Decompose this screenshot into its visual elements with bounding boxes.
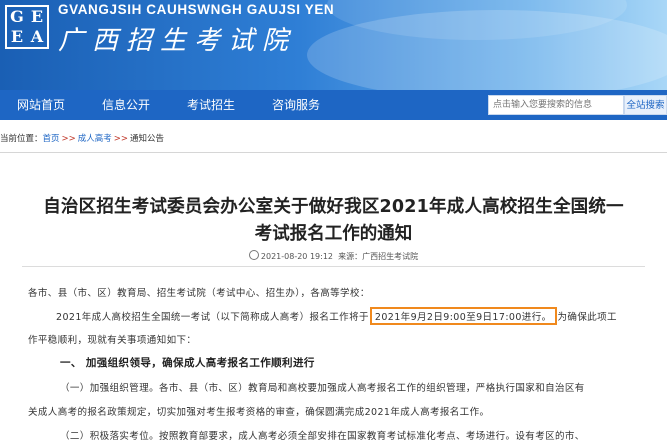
paragraph: 2021年成人高校招生全国统一考试（以下简称成人高考）报名工作将于 2021年9月… — [56, 307, 617, 325]
site-logo[interactable]: G E E A — [5, 5, 49, 49]
nav-item-consult[interactable]: 咨询服务 — [272, 90, 320, 120]
paragraph: 作平稳顺利，现就有关事项通知如下： — [28, 335, 197, 346]
article-title-line2: 考试报名工作的通知 — [254, 224, 413, 244]
paragraph: （一）加强组织管理。各市、县（市、区）教育局和高校要加强成人高考报名工作的组织管… — [60, 383, 585, 394]
search-input[interactable] — [488, 95, 624, 115]
logo-letter: E — [30, 7, 44, 26]
article-title: 自治区招生考试委员会办公室关于做好我区2021年成人高校招生全国统一 — [43, 197, 624, 217]
search-button[interactable]: 全站搜索 — [624, 95, 667, 115]
paragraph: （二）积极落实考位。按照教育部要求，成人高考必须全部安排在国家教育考试标准化考点… — [60, 431, 585, 442]
section-heading: 一、 加强组织领导，确保成人高考报名工作顺利进行 — [60, 357, 315, 369]
article-date: 2021-08-20 19:12 — [260, 252, 333, 261]
article-meta: 2021-08-20 19:12 来源：广西招生考试院 — [0, 250, 667, 262]
divider — [0, 152, 667, 153]
breadcrumb-adult-exam[interactable]: 成人高考 — [78, 134, 112, 144]
nav-item-exams[interactable]: 考试招生 — [187, 90, 235, 120]
article-source: 来源：广西招生考试院 — [338, 252, 419, 261]
site-name-english: GVANGJSIH CAUHSWNGH GAUJSI YEN — [58, 2, 335, 17]
breadcrumb-home[interactable]: 首页 — [43, 134, 60, 144]
site-header: G E E A GVANGJSIH CAUHSWNGH GAUJSI YEN 广… — [0, 0, 667, 90]
nav-item-home[interactable]: 网站首页 — [17, 90, 65, 120]
logo-letter: G — [10, 7, 24, 26]
breadcrumb: 当前位置：首页 >> 成人高考 >> 通知公告 — [0, 130, 164, 148]
clock-icon — [248, 250, 259, 260]
breadcrumb-current: 通知公告 — [130, 134, 165, 144]
breadcrumb-separator: >> — [113, 134, 129, 144]
breadcrumb-prefix: 当前位置： — [0, 134, 43, 144]
breadcrumb-separator: >> — [61, 134, 76, 144]
highlighted-date-range: 2021年9月2日9:00至9日17:00进行。 — [369, 307, 557, 325]
logo-letter: A — [30, 27, 44, 46]
paragraph: 关成人高考的报名政策规定，切实加强对考生报考资格的审查，确保圆满完成2021年成… — [28, 407, 490, 418]
site-name-chinese: 广西招生考试院 — [58, 26, 297, 56]
paragraph-text: 2021年成人高校招生全国统一考试（以下简称成人高考）报名工作将于 — [56, 312, 369, 323]
logo-letter: E — [10, 27, 24, 46]
salutation: 各市、县（市、区）教育局、招生考试院（考试中心、招生办），各高等学校： — [28, 288, 370, 299]
paragraph-text: 为确保此项工 — [557, 312, 617, 323]
nav-item-info[interactable]: 信息公开 — [102, 90, 150, 120]
divider — [22, 266, 645, 267]
